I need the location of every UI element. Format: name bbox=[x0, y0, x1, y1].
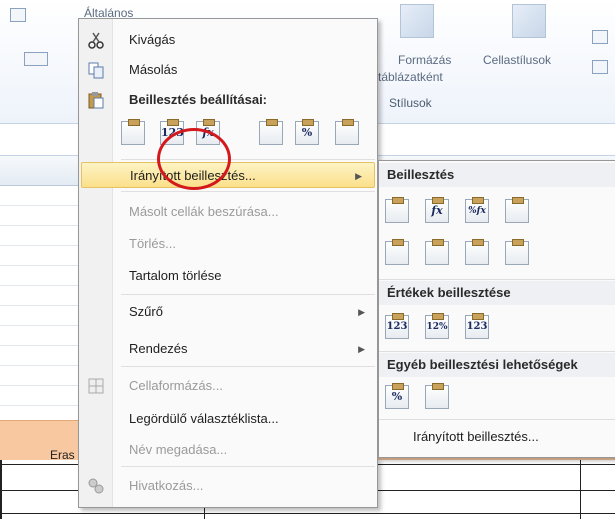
filter-label: Szűrő bbox=[129, 304, 163, 319]
delete-label: Törlés... bbox=[129, 236, 176, 251]
format-cells-label: Cellaformázás... bbox=[129, 378, 223, 393]
ribbon-icon-b[interactable] bbox=[24, 52, 48, 66]
separator bbox=[379, 279, 615, 280]
paste-special-submenu: Beillesztés fx %fx Értékek beillesztése … bbox=[378, 160, 615, 458]
submenu-other-header: Egyéb beillesztési lehetőségek bbox=[387, 357, 578, 372]
separator bbox=[379, 351, 615, 352]
paste-link-button[interactable] bbox=[335, 119, 359, 145]
format-cells-icon bbox=[88, 378, 104, 394]
paste-transpose-button[interactable] bbox=[259, 119, 283, 145]
styles-group-label: Stílusok bbox=[389, 96, 432, 110]
define-name-label: Név megadása... bbox=[129, 442, 228, 457]
paste-options-label: Beillesztés beállításai: bbox=[129, 92, 268, 107]
menu-item-paste-options: Beillesztés beállításai: bbox=[79, 87, 377, 113]
format-as-table-label[interactable]: Formázás bbox=[398, 53, 451, 67]
menu-item-filter[interactable]: Szűrő ▶ bbox=[79, 299, 377, 325]
submenu-arrow-icon: ▶ bbox=[358, 344, 365, 354]
sub-paste-link-button[interactable] bbox=[425, 383, 449, 409]
annotation-circle bbox=[157, 128, 231, 190]
clear-contents-label: Tartalom törlése bbox=[129, 268, 222, 283]
menu-item-define-name[interactable]: Név megadása... bbox=[79, 437, 377, 463]
scissors-icon bbox=[88, 32, 104, 49]
ribbon-icon-a[interactable] bbox=[10, 8, 26, 22]
copy-label: Másolás bbox=[129, 62, 178, 77]
sub-paste-special-link[interactable]: Irányított beillesztés... bbox=[413, 429, 539, 444]
menu-item-format-cells[interactable]: Cellaformázás... bbox=[79, 373, 377, 399]
paste-button[interactable] bbox=[121, 119, 145, 145]
submenu-values-header: Értékek beillesztése bbox=[387, 285, 511, 300]
separator bbox=[121, 191, 375, 192]
sub-formulas-numfmt-button[interactable]: %fx bbox=[465, 197, 489, 223]
menu-item-delete[interactable]: Törlés... bbox=[79, 231, 377, 257]
sub-keep-widths-button[interactable] bbox=[425, 239, 449, 265]
format-as-table-icon[interactable] bbox=[400, 4, 434, 38]
separator bbox=[121, 466, 375, 467]
cell-styles-label[interactable]: Cellastílusok bbox=[483, 53, 551, 67]
sub-formulas-button[interactable]: fx bbox=[425, 197, 449, 223]
copy-icon bbox=[88, 62, 104, 79]
paste-formatting-button[interactable]: % bbox=[295, 119, 319, 145]
hyperlink-label: Hivatkozás... bbox=[129, 478, 204, 493]
insert-copied-label: Másolt cellák beszúrása... bbox=[129, 204, 279, 219]
separator bbox=[379, 419, 615, 420]
cut-label: Kivágás bbox=[129, 32, 176, 47]
sub-merge-format-button[interactable] bbox=[505, 239, 529, 265]
sub-paste-button[interactable] bbox=[385, 197, 409, 223]
submenu-paste-header: Beillesztés bbox=[387, 167, 455, 182]
submenu-arrow-icon: ▶ bbox=[355, 171, 362, 181]
ribbon-icon-c[interactable] bbox=[592, 30, 608, 44]
menu-item-dropdown-list[interactable]: Legördülő választéklista... bbox=[79, 406, 377, 432]
format-as-table-label-2[interactable]: táblázatként bbox=[378, 70, 443, 84]
menu-item-cut[interactable]: Kivágás bbox=[79, 27, 377, 53]
menu-item-copy[interactable]: Másolás bbox=[79, 57, 377, 83]
sub-values-button[interactable]: 123 bbox=[385, 313, 409, 339]
sub-transpose-button[interactable] bbox=[465, 239, 489, 265]
submenu-arrow-icon: ▶ bbox=[358, 307, 365, 317]
sort-label: Rendezés bbox=[129, 341, 188, 356]
sub-values-numfmt-button[interactable]: 12% bbox=[425, 313, 449, 339]
sub-formatting-button[interactable]: % bbox=[385, 383, 409, 409]
menu-item-clear-contents[interactable]: Tartalom törlése bbox=[79, 263, 377, 289]
excel-window: Általános Formázás táblázatként Cellastí… bbox=[0, 0, 615, 519]
dropdown-list-label: Legördülő választéklista... bbox=[129, 411, 279, 426]
context-menu: Kivágás Másolás Beillesztés beállításai:… bbox=[78, 18, 378, 508]
clipboard-icon bbox=[88, 92, 104, 109]
separator bbox=[121, 294, 375, 295]
menu-item-insert-copied[interactable]: Másolt cellák beszúrása... bbox=[79, 199, 377, 225]
cell-styles-icon[interactable] bbox=[512, 4, 546, 38]
separator bbox=[121, 366, 375, 367]
ribbon-icon-d[interactable] bbox=[592, 60, 608, 74]
sub-values-source-format-button[interactable]: 123 bbox=[465, 313, 489, 339]
sub-no-borders-button[interactable] bbox=[385, 239, 409, 265]
sub-keep-source-format-button[interactable] bbox=[505, 197, 529, 223]
hyperlink-icon bbox=[88, 478, 104, 494]
menu-item-hyperlink[interactable]: Hivatkozás... bbox=[79, 473, 377, 499]
menu-item-sort[interactable]: Rendezés ▶ bbox=[79, 336, 377, 362]
